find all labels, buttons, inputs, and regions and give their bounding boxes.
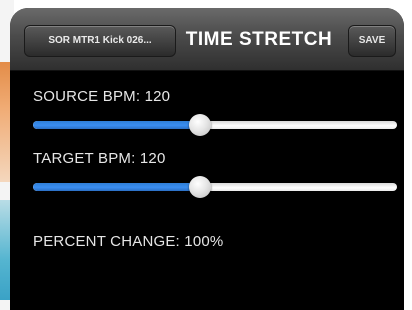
target-bpm-slider-fill bbox=[33, 183, 200, 191]
time-stretch-screen: SOR MTR1 Kick 026... TIME STRETCH SAVE S… bbox=[10, 8, 404, 310]
source-bpm-slider[interactable] bbox=[33, 114, 397, 136]
source-bpm-label: SOURCE BPM: 120 bbox=[33, 88, 171, 105]
source-bpm-slider-track[interactable] bbox=[33, 121, 397, 129]
save-button[interactable]: SAVE bbox=[348, 25, 396, 57]
page-title: TIME STRETCH bbox=[185, 29, 333, 50]
source-bpm-slider-thumb[interactable] bbox=[189, 114, 211, 136]
target-bpm-slider-thumb[interactable] bbox=[189, 176, 211, 198]
percent-change-label: PERCENT CHANGE: 100% bbox=[33, 233, 224, 250]
left-edge-orange-strip bbox=[0, 62, 10, 182]
source-bpm-slider-fill bbox=[33, 121, 200, 129]
target-bpm-slider[interactable] bbox=[33, 176, 397, 198]
navigation-bar: SOR MTR1 Kick 026... TIME STRETCH SAVE bbox=[10, 8, 404, 71]
back-button[interactable]: SOR MTR1 Kick 026... bbox=[24, 25, 176, 57]
target-bpm-label: TARGET BPM: 120 bbox=[33, 150, 166, 167]
target-bpm-slider-track[interactable] bbox=[33, 183, 397, 191]
left-edge-cyan-strip bbox=[0, 200, 10, 300]
